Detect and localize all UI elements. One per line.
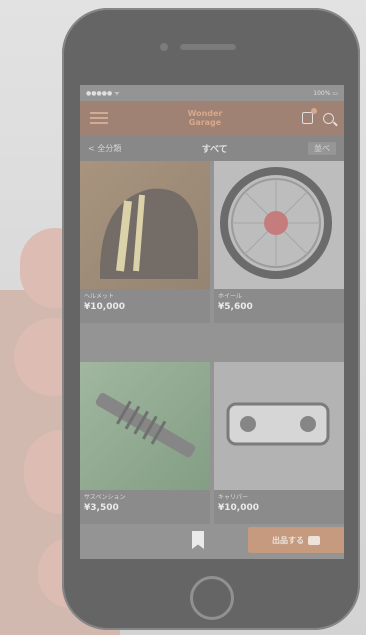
menu-icon[interactable] (90, 112, 108, 124)
product-name: サスペンション (84, 494, 126, 501)
product-name: ホイール (218, 293, 243, 300)
sort-button[interactable]: 並べ (307, 141, 336, 155)
status-bar: ●●●●● ᯤ 100% ▭ (80, 85, 344, 101)
cart-badge (310, 108, 317, 114)
product-image-helmet (80, 161, 210, 289)
app-navbar: Wonder Garage (80, 101, 344, 135)
logo-line2: Garage (188, 118, 222, 127)
product-card[interactable]: キャリパー ¥10,000 (214, 362, 344, 524)
product-card[interactable]: サスペンション ¥3,500 (80, 362, 210, 524)
product-price: ¥10,000 (218, 503, 259, 513)
sell-label: 出品する (272, 535, 304, 545)
product-price: ¥10,000 (84, 302, 125, 312)
product-card[interactable]: ホイール ¥5,600 (214, 161, 344, 323)
cart-icon[interactable] (301, 108, 317, 124)
category-bar: < 全分類 すべて 並べ (80, 135, 344, 161)
earpiece (180, 44, 236, 50)
home-button[interactable] (190, 576, 234, 620)
phone-screen: ●●●●● ᯤ 100% ▭ Wonder Garage < 全分類 すべて 並… (80, 85, 344, 559)
product-name: キャリパー (218, 494, 249, 501)
app-logo: Wonder Garage (188, 109, 223, 127)
product-image-caliper (214, 362, 344, 490)
product-card[interactable]: ヘルメット ¥10,000 (80, 161, 210, 323)
product-image-wheel (214, 161, 344, 289)
camera-icon (308, 535, 320, 545)
product-price: ¥5,600 (218, 302, 253, 312)
logo-line1: Wonder (187, 109, 223, 118)
back-to-categories[interactable]: < 全分類 (88, 143, 121, 154)
product-price: ¥3,500 (84, 503, 119, 513)
product-image-suspension (80, 362, 210, 490)
search-icon[interactable] (322, 112, 334, 124)
navbar-actions (301, 108, 334, 124)
sell-button[interactable]: 出品する (248, 527, 344, 553)
page-title: すべて (201, 144, 228, 155)
product-grid: ヘルメット ¥10,000 ホイール ¥5,600 サスペンション ¥3,500… (80, 161, 344, 559)
product-name: ヘルメット (84, 293, 115, 300)
front-camera (160, 43, 168, 51)
battery-indicator: 100% ▭ (313, 89, 338, 97)
carrier-signal: ●●●●● ᯤ (86, 90, 120, 97)
phone-device: ●●●●● ᯤ 100% ▭ Wonder Garage < 全分類 すべて 並… (62, 8, 360, 630)
back-label: < 全分類 (88, 143, 122, 153)
